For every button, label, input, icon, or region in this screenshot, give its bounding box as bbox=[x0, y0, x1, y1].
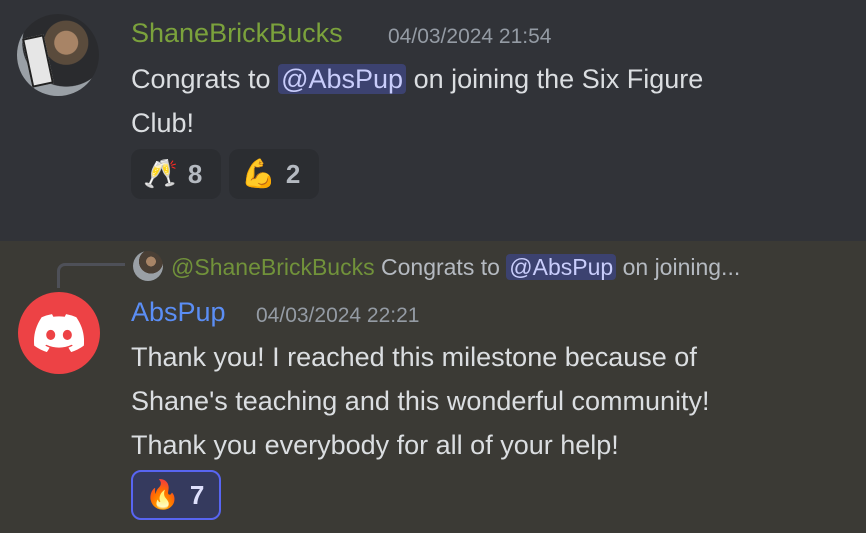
clinking-glasses-icon: 🥂 bbox=[143, 158, 178, 189]
reaction-count: 7 bbox=[189, 479, 205, 510]
message-shanebrickbucks: ShaneBrickBucks 04/03/2024 21:54 Congrat… bbox=[0, 0, 866, 241]
fire-icon: 🔥 bbox=[145, 479, 180, 510]
reaction-count: 2 bbox=[285, 158, 301, 189]
user-mention[interactable]: @AbsPup bbox=[506, 254, 617, 280]
avatar[interactable] bbox=[18, 292, 100, 374]
message-line: Shane's teaching and this wonderful comm… bbox=[131, 386, 710, 416]
reply-text-part: on joining... bbox=[616, 254, 741, 280]
discord-logo-icon bbox=[34, 314, 84, 352]
reply-author[interactable]: @ShaneBrickBucks bbox=[171, 254, 375, 280]
reply-connector bbox=[57, 263, 125, 288]
timestamp: 04/03/2024 21:54 bbox=[388, 25, 552, 48]
message-line: Thank you! I reached this milestone beca… bbox=[131, 342, 697, 372]
flexed-biceps-icon: 💪 bbox=[241, 158, 276, 189]
reply-text-part: Congrats to bbox=[381, 254, 507, 280]
message-text-part: Club! bbox=[131, 108, 195, 138]
message-text-part: on joining the Six Figure bbox=[406, 64, 704, 94]
reaction-fire[interactable]: 🔥 7 bbox=[131, 470, 221, 520]
reply-preview[interactable]: @ShaneBrickBucks Congrats to @AbsPup on … bbox=[171, 252, 740, 282]
author-name[interactable]: AbsPup bbox=[131, 297, 226, 328]
reaction-flexed-biceps[interactable]: 💪 2 bbox=[229, 149, 319, 199]
reply-avatar[interactable] bbox=[133, 251, 163, 281]
message-text: Congrats to @AbsPup on joining the Six F… bbox=[131, 57, 703, 145]
message-line: Thank you everybody for all of your help… bbox=[131, 430, 619, 460]
message-text-part: Congrats to bbox=[131, 64, 279, 94]
reaction-count: 8 bbox=[187, 158, 203, 189]
message-text: Thank you! I reached this milestone beca… bbox=[131, 335, 709, 467]
user-mention[interactable]: @AbsPup bbox=[278, 64, 407, 94]
author-name[interactable]: ShaneBrickBucks bbox=[131, 18, 343, 49]
timestamp: 04/03/2024 22:21 bbox=[256, 304, 420, 327]
avatar[interactable] bbox=[17, 14, 99, 96]
reaction-clinking-glasses[interactable]: 🥂 8 bbox=[131, 149, 221, 199]
